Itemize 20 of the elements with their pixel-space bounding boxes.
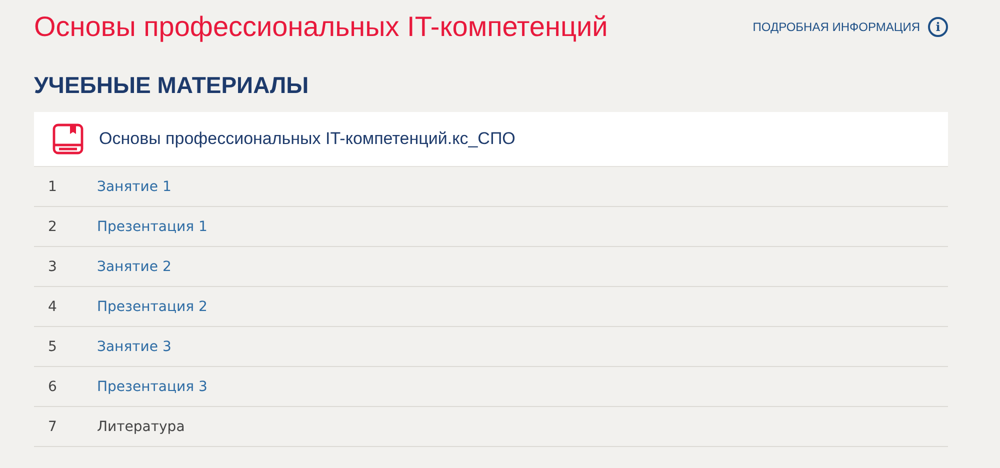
info-link[interactable]: ПОДРОБНАЯ ИНФОРМАЦИЯ i — [752, 17, 948, 37]
row-number: 3 — [47, 258, 58, 274]
material-link[interactable]: Занятие 3 — [97, 338, 172, 354]
row-number: 6 — [47, 378, 58, 394]
material-link[interactable]: Занятие 2 — [97, 258, 172, 274]
row-number: 1 — [47, 178, 58, 194]
book-icon — [52, 123, 84, 155]
material-link[interactable]: Презентация 1 — [97, 218, 208, 234]
material-link[interactable]: Презентация 2 — [97, 298, 208, 314]
material-link[interactable]: Занятие 1 — [97, 178, 172, 194]
course-title: Основы профессиональных IT-компетенций.кс_СПО — [99, 129, 516, 149]
page-title: Основы профессиональных IT-компетенций — [34, 11, 608, 43]
material-label: Литература — [97, 418, 185, 434]
row-number: 7 — [47, 418, 58, 434]
section-title: УЧЕБНЫЕ МАТЕРИАЛЫ — [34, 72, 310, 98]
material-link[interactable]: Презентация 3 — [97, 378, 208, 394]
info-icon[interactable]: i — [928, 17, 948, 37]
row-number: 5 — [47, 338, 58, 354]
row-number: 2 — [47, 218, 58, 234]
row-number: 4 — [47, 298, 58, 314]
